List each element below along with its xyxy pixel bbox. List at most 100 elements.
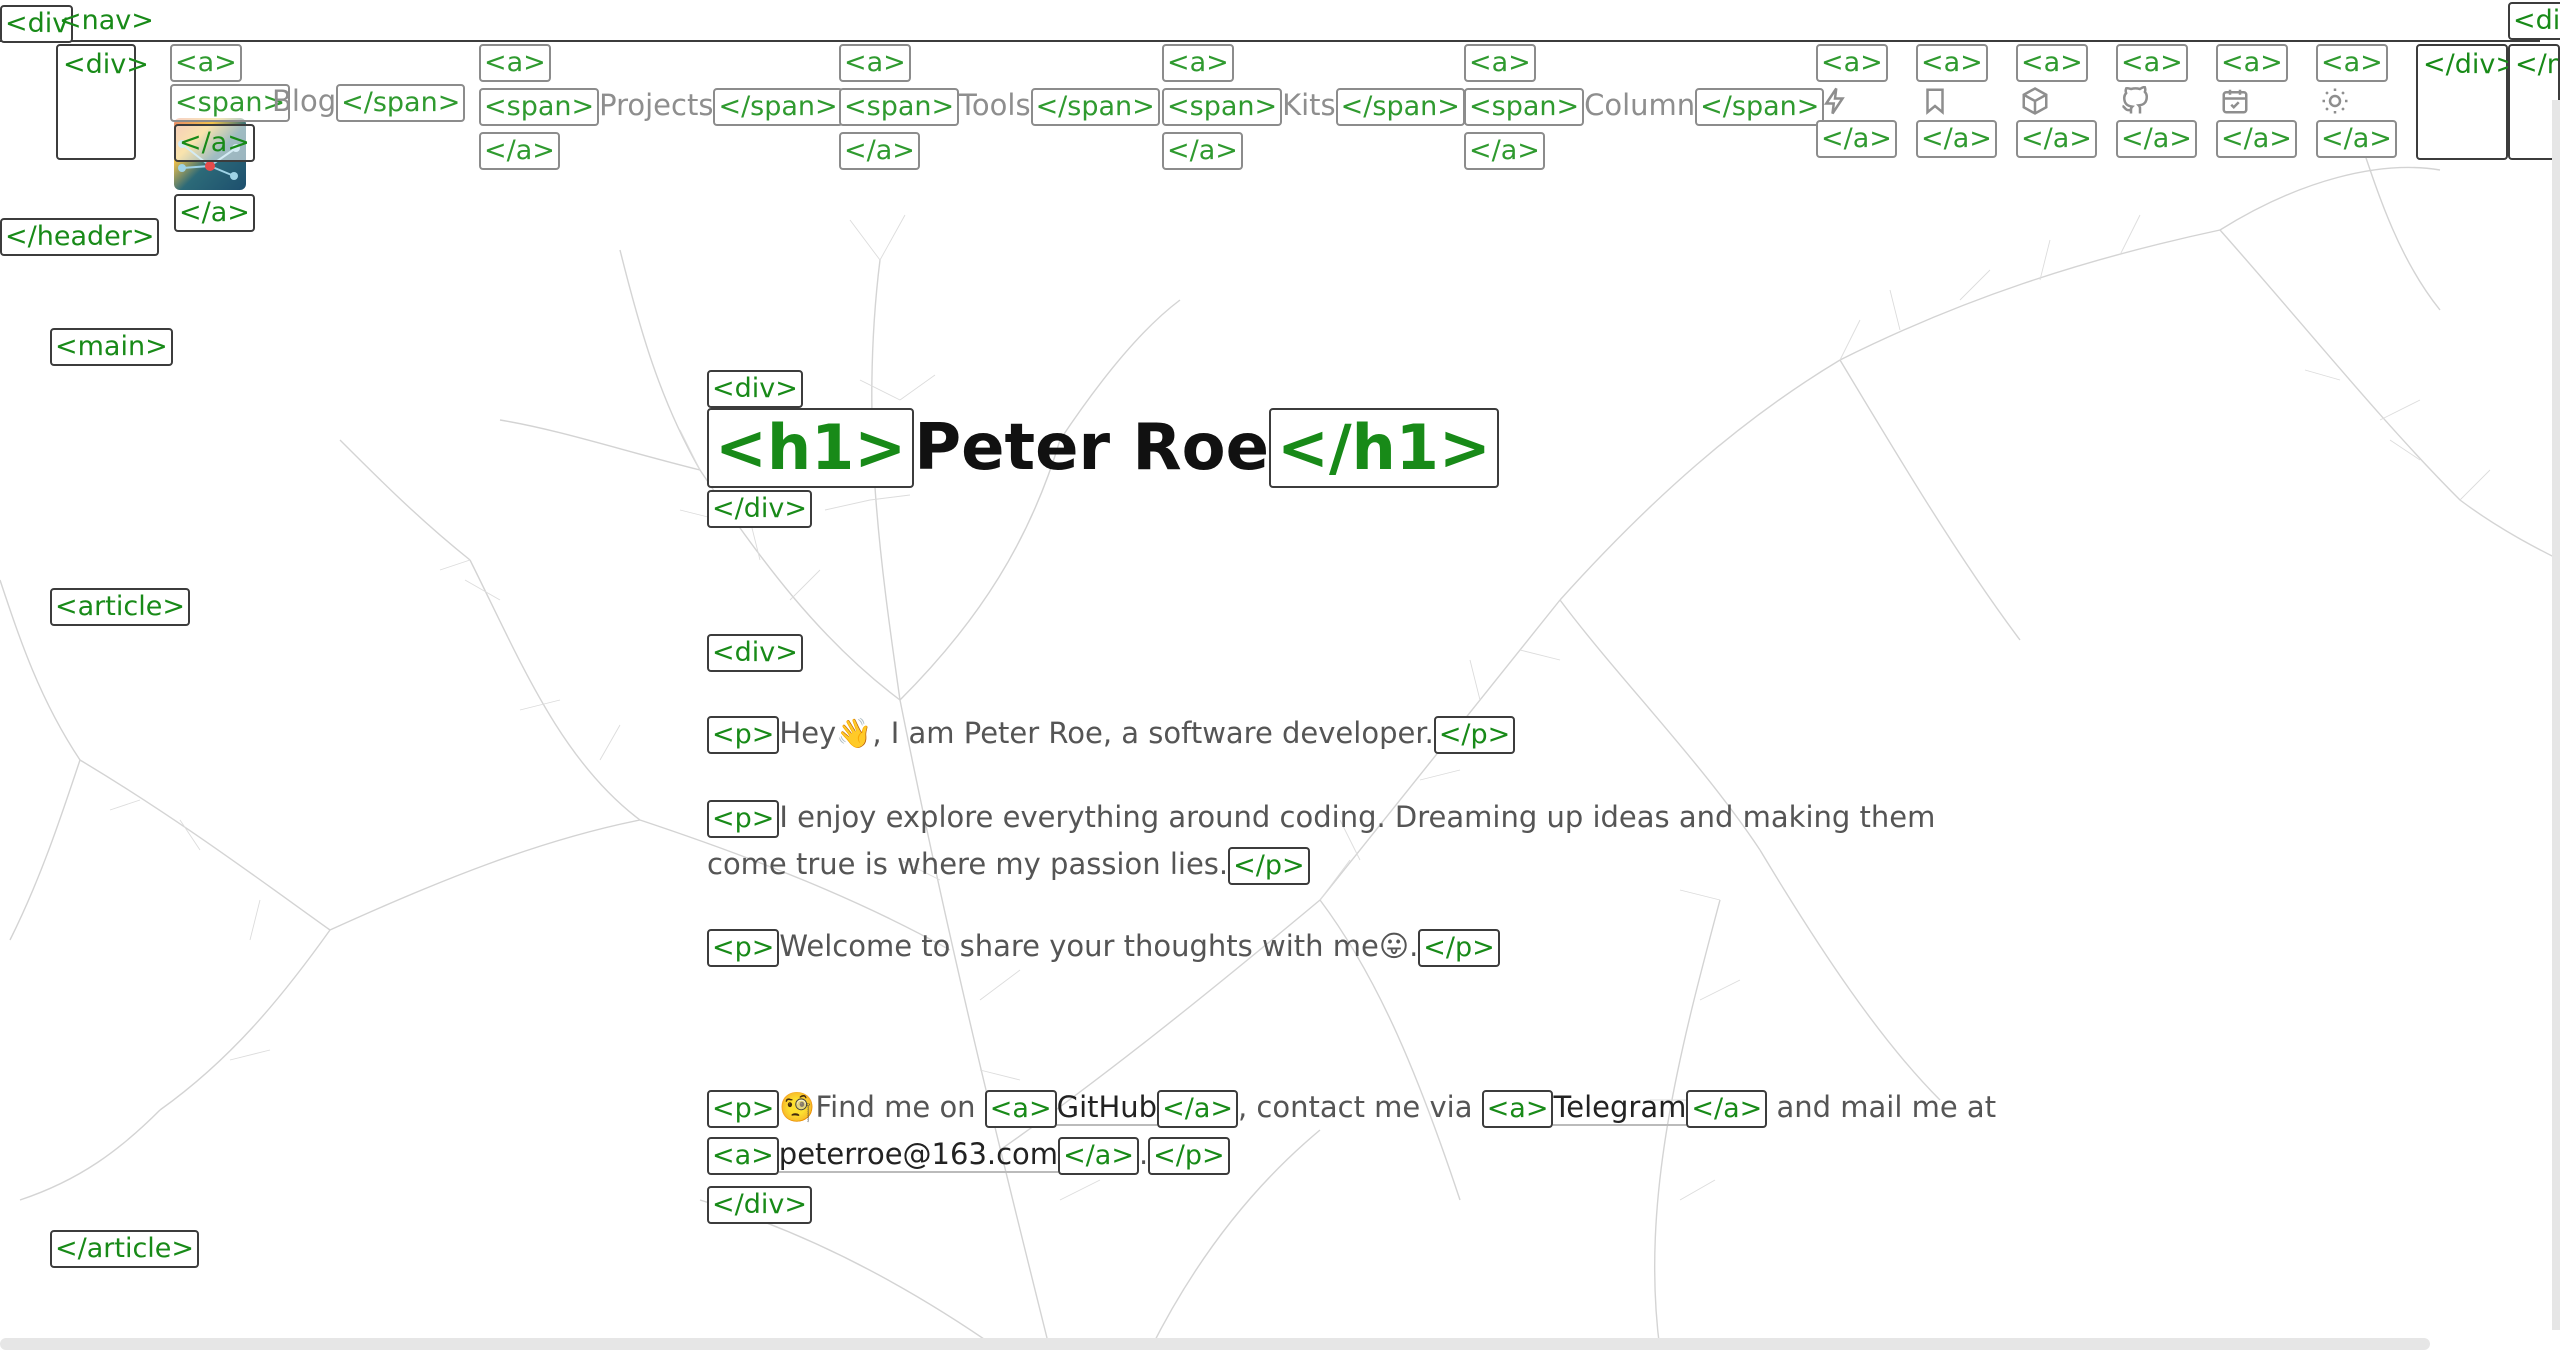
lightning-icon bbox=[1820, 86, 1850, 120]
right-div-tag: <di bbox=[2508, 2, 2560, 40]
span-open-tag: <span> bbox=[479, 88, 600, 126]
a-close-tag: </a> bbox=[1157, 1090, 1238, 1128]
p-open-tag: <p> bbox=[707, 716, 780, 754]
title-div-close-tag: </div> bbox=[707, 490, 812, 528]
email-link[interactable]: peterroe@163.com bbox=[778, 1137, 1059, 1173]
vertical-scrollbar[interactable] bbox=[2552, 100, 2560, 1330]
article-open-tag: <article> bbox=[50, 588, 190, 626]
passion-text-line1: I enjoy explore everything around coding… bbox=[779, 800, 1936, 834]
welcome-paragraph: <p> Welcome to share your thoughts with m… bbox=[707, 923, 1500, 970]
p-open-tag: <p> bbox=[707, 929, 780, 967]
a-open-tag: <a> bbox=[479, 44, 551, 82]
span-close-tag: </span> bbox=[713, 88, 843, 126]
a-close-tag: </a> bbox=[479, 132, 560, 170]
a-close-tag: </a> bbox=[1464, 132, 1545, 170]
span-close-tag: </span> bbox=[1695, 88, 1825, 126]
calendar-icon bbox=[2220, 86, 2250, 120]
intro-greeting: Hey bbox=[779, 716, 837, 750]
nav-item-column[interactable]: <a> <span> Column </span> </a> bbox=[1464, 44, 1825, 170]
wave-emoji-icon: 👋 bbox=[836, 716, 873, 750]
p-open-tag: <p> bbox=[707, 800, 780, 838]
contact-text: , contact me via bbox=[1237, 1090, 1482, 1124]
sun-icon bbox=[2320, 86, 2350, 120]
nav-item-blog-label: Blog bbox=[272, 84, 337, 118]
a-open-tag: <a> bbox=[984, 1090, 1057, 1128]
github-link[interactable]: GitHub bbox=[1056, 1090, 1158, 1126]
a-close-tag: </a> bbox=[1686, 1090, 1768, 1128]
passion-paragraph: <p> I enjoy explore everything around cod… bbox=[707, 794, 1935, 888]
horizontal-scrollbar[interactable] bbox=[0, 1338, 2430, 1350]
nav-item-projects[interactable]: <a> <span> Projects </span> </a> bbox=[479, 44, 843, 170]
logo-link-tag: <a> bbox=[170, 44, 242, 82]
a-close-tag: </a> bbox=[2316, 120, 2397, 158]
a-open-tag: <a> bbox=[1162, 44, 1234, 82]
a-open-tag: <a> bbox=[1464, 44, 1536, 82]
p-close-tag: </p> bbox=[1418, 929, 1500, 967]
a-open-tag: <a> bbox=[2116, 44, 2188, 82]
title-div-tag: <div> bbox=[707, 370, 803, 408]
github-icon bbox=[2120, 85, 2150, 120]
welcome-end: . bbox=[1409, 929, 1419, 963]
nav-item-kits-label: Kits bbox=[1282, 88, 1336, 122]
a-close-tag: </a> bbox=[2116, 120, 2197, 158]
h1-close-tag: </h1> bbox=[1269, 408, 1499, 488]
span-close-tag: </span> bbox=[1335, 88, 1465, 126]
monocle-emoji-icon: 🧐 bbox=[779, 1090, 816, 1124]
bookmark-icon bbox=[1920, 86, 1950, 120]
a-close-tag: </a> bbox=[839, 132, 920, 170]
a-close-tag: </a> bbox=[2216, 120, 2297, 158]
cube-icon bbox=[2020, 86, 2050, 120]
telegram-link[interactable]: Telegram bbox=[1553, 1090, 1687, 1126]
nav-item-projects-label: Projects bbox=[599, 88, 714, 122]
a-open-tag: <a> bbox=[1481, 1090, 1554, 1128]
a-open-tag: <a> bbox=[1816, 44, 1888, 82]
nav-bookmark-link[interactable]: <a> </a> bbox=[1916, 44, 1997, 158]
nav-item-blog[interactable]: Blog </span> bbox=[272, 84, 466, 122]
nav-item-kits[interactable]: <a> <span> Kits </span> </a> bbox=[1162, 44, 1465, 170]
span-close-tag: </span> bbox=[336, 84, 466, 122]
nav-tag: <nav> bbox=[59, 5, 154, 36]
nav-cube-link[interactable]: <a> </a> bbox=[2016, 44, 2097, 158]
nav-github-link[interactable]: <a> </a> bbox=[2116, 44, 2197, 158]
nav-calendar-link[interactable]: <a> </a> bbox=[2216, 44, 2297, 158]
nav-right-container: </div> bbox=[2416, 44, 2518, 160]
contact-paragraph: <p> 🧐Find me on <a> GitHub </a>, contact me… bbox=[707, 1084, 1996, 1178]
p-open-tag: <p> bbox=[707, 1090, 780, 1128]
logo-div-tag: <div> bbox=[63, 49, 149, 80]
tongue-emoji-icon: 😛 bbox=[1378, 929, 1410, 963]
header-close-tag: </header> bbox=[0, 218, 160, 256]
content-div-close-tag: </div> bbox=[707, 1186, 812, 1224]
p-close-tag: </p> bbox=[1228, 847, 1310, 885]
a-open-tag: <a> bbox=[2316, 44, 2388, 82]
p-close-tag: </p> bbox=[1148, 1137, 1230, 1175]
intro-paragraph: <p> Hey👋, I am Peter Roe, a software deve… bbox=[707, 710, 1516, 757]
a-close-tag: </a> bbox=[1816, 120, 1897, 158]
passion-text-line2: come true is where my passion lies. bbox=[707, 847, 1229, 881]
span-open-tag: <span> bbox=[1162, 88, 1283, 126]
logo-a-close-tag-2: </a> bbox=[174, 194, 255, 232]
article-close-tag: </article> bbox=[50, 1230, 200, 1268]
span-open-tag: <span> bbox=[1464, 88, 1585, 126]
nav-item-tools-label: Tools bbox=[959, 88, 1031, 122]
mail-text: and mail me at bbox=[1767, 1090, 1997, 1124]
p-close-tag: </p> bbox=[1433, 716, 1516, 754]
a-close-tag: </a> bbox=[1916, 120, 1997, 158]
nav-lightning-link[interactable]: <a> </a> bbox=[1816, 44, 1897, 158]
main-open-tag: <main> bbox=[50, 328, 173, 366]
theme-toggle-link[interactable]: <a> </a> bbox=[2316, 44, 2397, 158]
nav-item-tools[interactable]: <a> <span> Tools </span> </a> bbox=[839, 44, 1160, 170]
a-close-tag: </a> bbox=[2016, 120, 2097, 158]
a-open-tag: <a> bbox=[2016, 44, 2088, 82]
nav-close-tag: </n bbox=[2515, 49, 2560, 80]
welcome-text: Welcome to share your thoughts with me bbox=[779, 929, 1379, 963]
a-open-tag: <a> bbox=[2216, 44, 2288, 82]
span-close-tag: </span> bbox=[1030, 88, 1160, 126]
page-title-row: <h1> Peter Roe </h1> bbox=[707, 408, 1499, 488]
a-close-tag: </a> bbox=[1162, 132, 1243, 170]
content-div-tag: <div> bbox=[707, 634, 803, 672]
a-open-tag: <a> bbox=[839, 44, 911, 82]
intro-text: , I am Peter Roe, a software developer. bbox=[872, 716, 1434, 750]
page-title: Peter Roe bbox=[914, 411, 1269, 485]
contact-end: . bbox=[1138, 1137, 1149, 1171]
span-open-tag: <span> bbox=[839, 88, 960, 126]
